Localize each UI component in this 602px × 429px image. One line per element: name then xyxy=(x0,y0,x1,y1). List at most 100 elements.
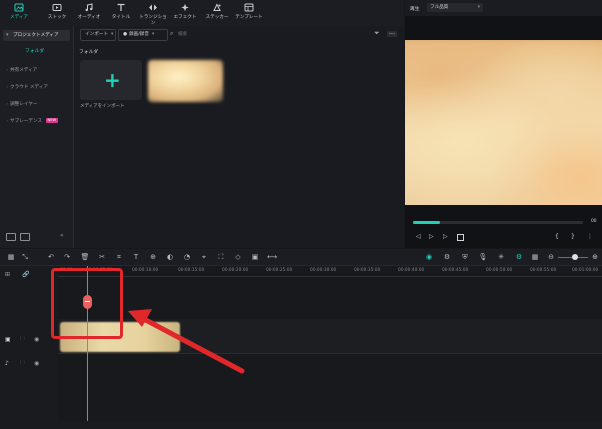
sidebar-item-project-media[interactable]: ▾ プロジェクトメディア xyxy=(3,30,70,41)
tab-media[interactable]: メディア xyxy=(4,3,34,25)
delete-icon[interactable]: 🗑 xyxy=(80,252,90,262)
eye-icon[interactable]: ◉ xyxy=(34,336,39,343)
media-library: インポート▾ ●録画/録音▾ ⌕ ⏷ ••• フォルダ + メディアをインポート xyxy=(74,26,404,248)
more-options-icon[interactable]: ⋮ xyxy=(587,233,593,240)
new-folder-icon[interactable] xyxy=(6,233,16,241)
sidebar-item-adjustment-layer[interactable]: › 調整レイヤー xyxy=(4,99,70,110)
zoom-slider-handle[interactable] xyxy=(572,254,578,260)
keyframe-icon[interactable]: ◇ xyxy=(233,252,243,262)
playback-label: 再生 xyxy=(410,7,420,12)
tab-template[interactable]: テンプレート xyxy=(234,3,264,25)
arrow-head xyxy=(128,309,152,327)
tab-effect[interactable]: エフェクト xyxy=(170,3,200,25)
record-button[interactable]: ● 録画/録音 ▾ xyxy=(118,29,168,41)
time-readout-fragment: 00 xyxy=(591,219,597,224)
transition-icon xyxy=(149,4,157,11)
tab-label: メディア xyxy=(9,15,29,20)
text-icon[interactable]: T xyxy=(131,252,141,262)
timeline-scrollbar[interactable] xyxy=(58,421,602,429)
tab-label: テンプレート xyxy=(235,15,263,20)
audio-stretch-icon[interactable]: ⟷ xyxy=(267,252,277,262)
sidebar-item-cloud-media[interactable]: › クラウド メディア xyxy=(4,82,70,93)
filter-icon[interactable]: ⏷ xyxy=(374,29,380,38)
add-track-icon[interactable]: ⊞ xyxy=(5,271,10,278)
effect-icon xyxy=(181,3,189,12)
play-icon[interactable]: ▷ xyxy=(429,233,434,240)
import-media-tile[interactable]: + xyxy=(80,60,142,100)
video-track-icon: ▣ xyxy=(5,336,11,343)
search-input[interactable] xyxy=(178,29,328,39)
speaker-icon[interactable]: ◉ xyxy=(34,360,39,367)
more-options-icon[interactable]: ••• xyxy=(387,31,397,37)
tab-label: トランジション xyxy=(139,15,167,26)
snap-icon[interactable]: ⚙ xyxy=(514,252,524,262)
ruler-tick: 00:00:55:00 xyxy=(530,268,557,273)
sidebar-item-label: プロジェクトメディア xyxy=(13,33,59,38)
redo-icon[interactable]: ↷ xyxy=(62,252,72,262)
shield-icon[interactable]: ⛨ xyxy=(460,252,470,262)
crop-icon[interactable]: ⌗ xyxy=(114,252,124,262)
new-badge: NEW xyxy=(45,118,59,123)
collapse-icon[interactable]: « xyxy=(60,232,64,239)
chevron-down-icon: ▾ xyxy=(6,32,9,38)
mask-icon[interactable]: ▣ xyxy=(250,252,260,262)
sidebar-item-subsequence[interactable]: › サブレーデンス NEW xyxy=(4,116,70,127)
tab-title[interactable]: タイトル xyxy=(106,3,136,25)
quality-select[interactable]: フル品質 ▾ xyxy=(427,3,483,12)
folder-icon[interactable] xyxy=(20,233,30,241)
link-icon[interactable]: 🔗 xyxy=(22,271,29,278)
search-icon: ⌕ xyxy=(170,30,174,37)
prev-frame-icon[interactable]: ◁ xyxy=(416,233,421,240)
ruler-tick: 00:00:45:00 xyxy=(442,268,469,273)
chevron-down-icon: ▾ xyxy=(110,32,114,37)
import-tile-label: メディアをインポート xyxy=(80,104,125,109)
color-icon[interactable]: ◐ xyxy=(165,252,175,262)
tab-stock[interactable]: ストック xyxy=(42,3,72,25)
mark-in-icon[interactable]: { xyxy=(555,233,559,240)
sidebar-item-shared-media[interactable]: › 共有メディア xyxy=(4,65,70,76)
folder-icon[interactable]: 🗀 xyxy=(20,336,25,344)
import-label: インポート xyxy=(85,32,108,37)
sidebar-item-label: サブレーデンス xyxy=(10,119,43,124)
ruler-tick: 00:00:15:00 xyxy=(178,268,205,273)
media-thumbnail[interactable] xyxy=(148,60,223,102)
mark-out-icon[interactable]: } xyxy=(571,233,575,240)
quality-label: フル品質 xyxy=(430,5,449,10)
split-icon[interactable]: ✂ xyxy=(97,252,107,262)
preview-panel: 再生 フル品質 ▾ 00 ◁ ▷ ▷ { } ⋮ xyxy=(405,0,602,248)
playback-progress[interactable] xyxy=(413,221,583,224)
folder-icon[interactable]: 🗀 xyxy=(20,360,25,368)
sidebar-item-label: 調整レイヤー xyxy=(10,102,38,107)
timeline-ruler[interactable]: 00:00 00:00:05:00 00:00:10:00 00:00:15:0… xyxy=(58,266,602,282)
audio-icon xyxy=(85,3,93,12)
tab-label: ステッカー xyxy=(205,15,229,20)
grid-icon[interactable]: ▦ xyxy=(530,252,540,262)
layout-icon[interactable]: ▦ xyxy=(6,252,16,262)
tab-transition[interactable]: トランジション xyxy=(138,3,168,26)
tab-label: タイトル xyxy=(111,15,131,20)
fit-icon[interactable]: ⛶ xyxy=(216,252,226,262)
mic-icon[interactable]: 🎙 xyxy=(478,252,488,262)
undo-icon[interactable]: ↶ xyxy=(46,252,56,262)
speed-icon[interactable]: ◔ xyxy=(182,252,192,262)
select-tool-icon[interactable]: ⤡ xyxy=(20,252,30,262)
timeline-panel: ▦ ⤡ ↶ ↷ 🗑 ✂ ⌗ T ⊕ ◐ ◔ ⌖ ⛶ ◇ ▣ ⟷ ◉ ⚙ ⛨ 🎙 … xyxy=(0,249,602,429)
sidebar-folder[interactable]: フォルダ xyxy=(25,47,44,54)
render-icon[interactable]: ◉ xyxy=(424,252,434,262)
record-label: 録画/録音 xyxy=(129,32,149,37)
zoom-out-icon[interactable]: ⊖ xyxy=(546,252,556,262)
import-button[interactable]: インポート ▾ xyxy=(80,29,116,41)
tab-sticker[interactable]: ステッカー xyxy=(202,3,232,25)
tab-audio[interactable]: オーディオ xyxy=(74,3,104,25)
settings-icon[interactable]: ⚙ xyxy=(442,252,452,262)
ai-icon[interactable]: ✳ xyxy=(496,252,506,262)
tab-label: オーディオ xyxy=(77,15,101,20)
video-frame xyxy=(405,40,602,205)
zoom-icon[interactable]: ⊕ xyxy=(148,252,158,262)
stop-icon[interactable] xyxy=(457,234,464,241)
ruler-tick: 00:00:35:00 xyxy=(354,268,381,273)
video-preview[interactable] xyxy=(405,40,602,205)
next-frame-icon[interactable]: ▷ xyxy=(443,233,448,240)
marker-icon[interactable]: ⌖ xyxy=(199,252,209,262)
zoom-in-icon[interactable]: ⊕ xyxy=(590,252,600,262)
